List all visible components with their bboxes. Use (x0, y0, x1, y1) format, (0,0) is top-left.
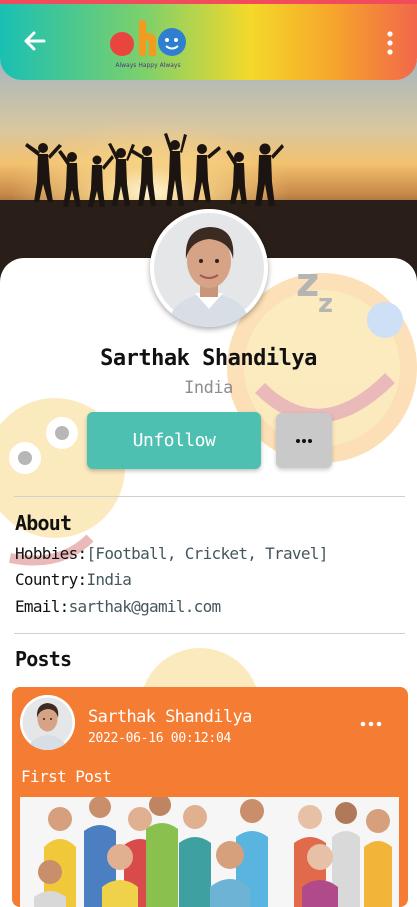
profile-country: India (184, 378, 233, 398)
profile-avatar (150, 209, 268, 327)
divider (14, 633, 405, 634)
hobbies-row: Hobbies:[Football, Cricket, Travel] (15, 544, 328, 563)
about-heading: About (15, 511, 72, 535)
post-author-avatar (20, 695, 75, 750)
logo-tagline: Always Happy Always (115, 62, 181, 69)
post-author-name: Sarthak Shandilya (88, 707, 252, 727)
country-value: India (86, 570, 132, 589)
posts-heading: Posts (15, 647, 72, 671)
post-title: First Post (21, 767, 112, 786)
post-image[interactable] (20, 797, 399, 907)
country-label: Country: (15, 570, 87, 589)
divider (14, 496, 405, 497)
more-dots-icon (296, 438, 312, 443)
country-row: Country:India (15, 570, 132, 589)
email-row: Email:sarthak@gamil.com (15, 597, 222, 616)
more-options-button[interactable] (276, 413, 332, 468)
svg-text:a: a (112, 27, 132, 62)
post-timestamp: 2022-06-16 00:12:04 (88, 731, 232, 746)
app-bar: a Always Happy Always (0, 0, 417, 80)
email-label: Email: (15, 597, 69, 616)
back-arrow-icon[interactable] (20, 26, 50, 56)
profile-name: Sarthak Shandilya (100, 346, 317, 371)
svg-text:z: z (318, 289, 333, 319)
hobbies-label: Hobbies: (15, 544, 87, 563)
hobbies-value: [Football, Cricket, Travel] (86, 544, 328, 563)
post-more-icon[interactable] (356, 715, 386, 733)
unfollow-button[interactable]: Unfollow (87, 412, 261, 469)
email-value: sarthak@gamil.com (68, 597, 222, 616)
svg-text:z: z (296, 260, 319, 306)
overflow-menu-icon[interactable] (383, 30, 397, 56)
post-card[interactable]: Sarthak Shandilya 2022-06-16 00:12:04 Fi… (12, 687, 408, 907)
